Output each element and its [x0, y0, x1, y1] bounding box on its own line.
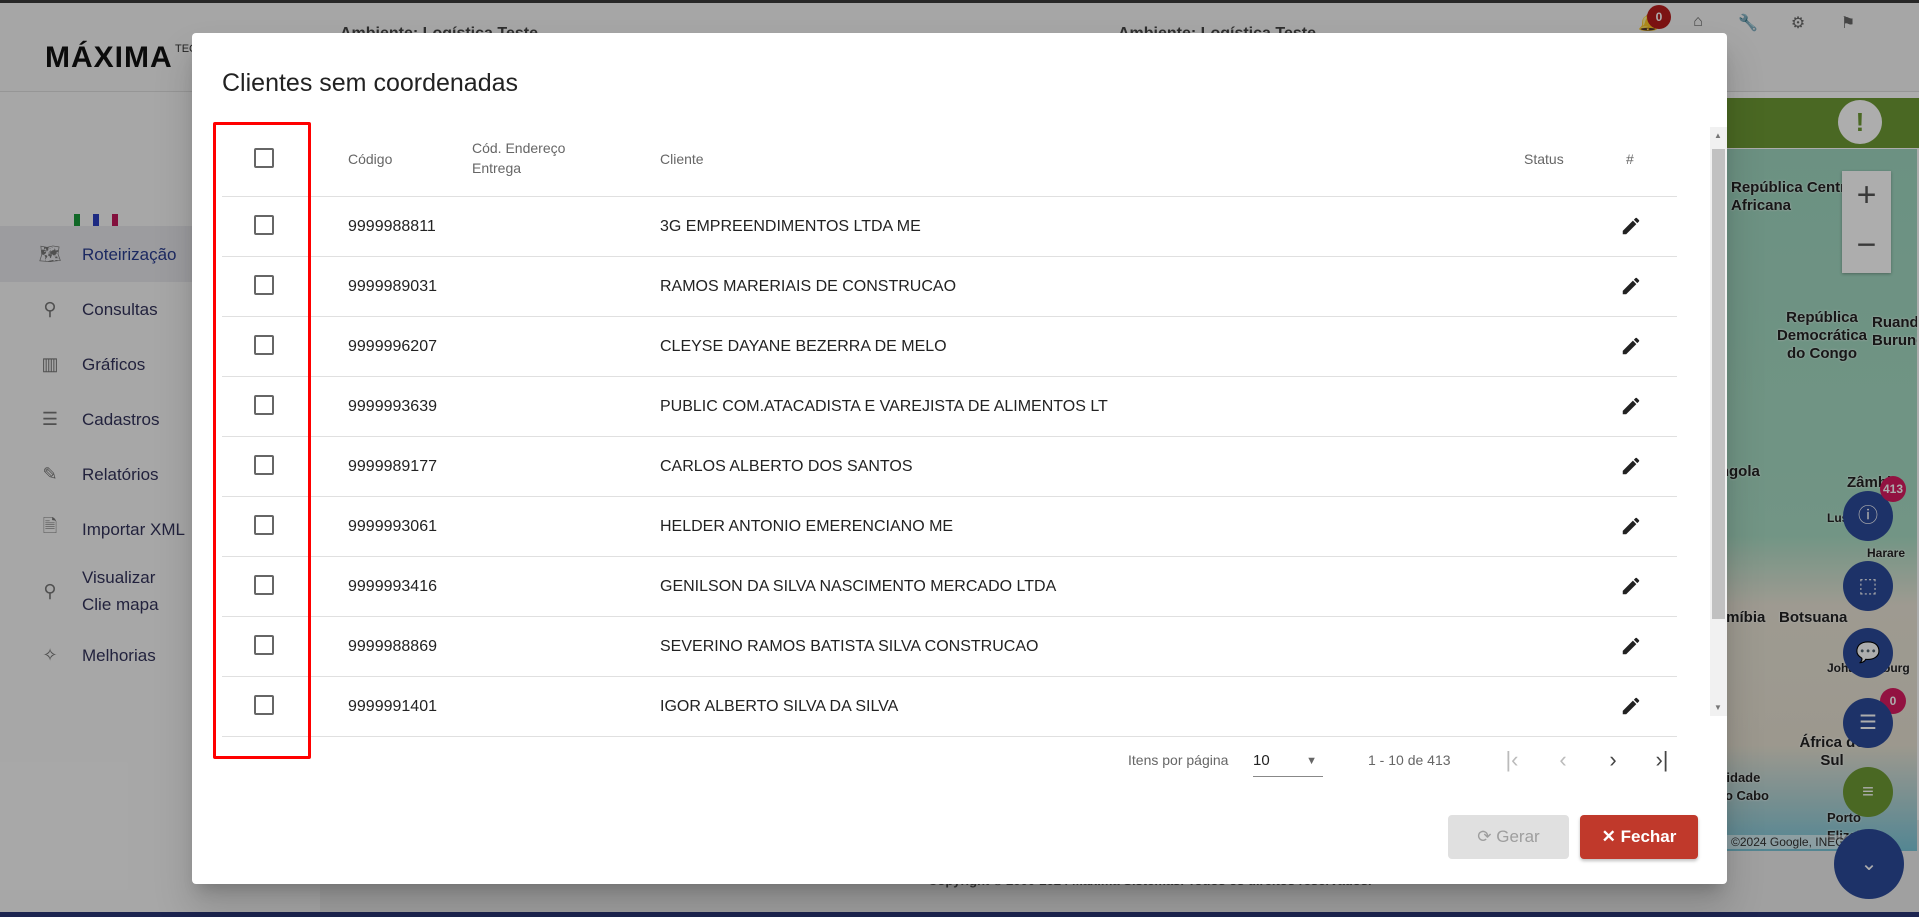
edit-pencil-icon[interactable] [1620, 575, 1642, 597]
cell-codigo: 9999993416 [348, 578, 437, 595]
paginator: Itens por página 10 ▼ 1 - 10 de 413 |‹ ‹… [192, 741, 1727, 781]
items-per-page-select[interactable]: 10 ▼ [1253, 745, 1323, 777]
row-checkbox[interactable] [254, 635, 274, 655]
fechar-label: Fechar [1620, 827, 1677, 846]
chevron-left-icon: ‹ [1559, 747, 1567, 772]
row-checkbox[interactable] [254, 455, 274, 475]
edit-pencil-icon[interactable] [1620, 635, 1642, 657]
items-per-page-value: 10 [1253, 752, 1270, 769]
cell-codigo: 9999996207 [348, 338, 437, 355]
first-page-button[interactable]: |‹ [1497, 746, 1527, 776]
cell-codigo: 9999991401 [348, 698, 437, 715]
gerar-button[interactable]: ⟳ Gerar [1448, 815, 1569, 859]
scroll-up-arrow-icon[interactable]: ▲ [1714, 131, 1722, 140]
cell-cliente: CLEYSE DAYANE BEZERRA DE MELO [660, 338, 947, 355]
column-header-codigo[interactable]: Código [348, 149, 392, 169]
table-row: 9999993639 PUBLIC COM.ATACADISTA E VAREJI… [222, 377, 1677, 437]
cell-cliente: HELDER ANTONIO EMERENCIANO ME [660, 518, 954, 535]
chevron-right-icon: › [1609, 747, 1617, 772]
previous-page-button[interactable]: ‹ [1548, 746, 1578, 776]
table-row: 9999993416 GENILSON DA SILVA NASCIMENTO M… [222, 557, 1677, 617]
last-page-button[interactable]: ›| [1647, 746, 1677, 776]
refresh-icon: ⟳ [1477, 827, 1497, 846]
row-checkbox[interactable] [254, 275, 274, 295]
last-page-icon: ›| [1655, 747, 1669, 772]
edit-pencil-icon[interactable] [1620, 695, 1642, 717]
cell-codigo: 9999993639 [348, 398, 437, 415]
edit-pencil-icon[interactable] [1620, 515, 1642, 537]
table-row: 9999996207 CLEYSE DAYANE BEZERRA DE MELO [222, 317, 1677, 377]
edit-pencil-icon[interactable] [1620, 215, 1642, 237]
cell-cliente: IGOR ALBERTO SILVA DA SILVA [660, 698, 899, 715]
row-checkbox[interactable] [254, 575, 274, 595]
cell-cliente: PUBLIC COM.ATACADISTA E VAREJISTA DE ALI… [660, 398, 1108, 415]
cell-codigo: 9999989031 [348, 278, 437, 295]
clientes-sem-coordenadas-dialog: Clientes sem coordenadas Código Cód. End… [192, 33, 1727, 884]
dropdown-arrow-icon: ▼ [1306, 755, 1317, 767]
row-checkbox[interactable] [254, 515, 274, 535]
page-range: 1 - 10 de 413 [1368, 752, 1451, 768]
edit-pencil-icon[interactable] [1620, 395, 1642, 417]
next-page-button[interactable]: › [1598, 746, 1628, 776]
first-page-icon: |‹ [1505, 747, 1519, 772]
cell-cliente: RAMOS MARERIAIS DE CONSTRUCAO [660, 278, 957, 295]
row-checkbox[interactable] [254, 695, 274, 715]
edit-pencil-icon[interactable] [1620, 455, 1642, 477]
cell-codigo: 9999989177 [348, 458, 437, 475]
table-row: 9999988811 3G EMPREENDIMENTOS LTDA ME [222, 197, 1677, 257]
row-checkbox[interactable] [254, 215, 274, 235]
cell-codigo: 9999988869 [348, 638, 437, 655]
table-row: 9999988869 SEVERINO RAMOS BATISTA SILVA C… [222, 617, 1677, 677]
table-header: Código Cód. Endereço Entrega Cliente Sta… [222, 122, 1677, 197]
table-row: 9999989177 CARLOS ALBERTO DOS SANTOS [222, 437, 1677, 497]
cell-codigo: 9999993061 [348, 518, 437, 535]
scroll-down-arrow-icon[interactable]: ▼ [1714, 703, 1722, 712]
cell-cliente: SEVERINO RAMOS BATISTA SILVA CONSTRUCAO [660, 638, 1039, 655]
edit-pencil-icon[interactable] [1620, 335, 1642, 357]
column-header-cliente[interactable]: Cliente [660, 149, 704, 169]
cell-codigo: 9999988811 [348, 218, 436, 235]
cell-cliente: CARLOS ALBERTO DOS SANTOS [660, 458, 913, 475]
table-row: 9999993061 HELDER ANTONIO EMERENCIANO ME [222, 497, 1677, 557]
bottom-bar [0, 912, 1919, 917]
items-per-page-label: Itens por página [1128, 752, 1229, 768]
column-header-status[interactable]: Status [1524, 149, 1564, 169]
table-scrollbar[interactable]: ▲ ▼ [1710, 127, 1727, 716]
table-row: 9999989031 RAMOS MARERIAIS DE CONSTRUCAO [222, 257, 1677, 317]
table-row: 9999991401 IGOR ALBERTO SILVA DA SILVA [222, 677, 1677, 737]
scrollbar-thumb[interactable] [1712, 149, 1725, 619]
row-checkbox[interactable] [254, 395, 274, 415]
cell-cliente: GENILSON DA SILVA NASCIMENTO MERCADO LTD… [660, 578, 1057, 595]
clients-table: Código Cód. Endereço Entrega Cliente Sta… [222, 122, 1707, 749]
fechar-button[interactable]: ✕ Fechar [1580, 815, 1698, 859]
row-checkbox[interactable] [254, 335, 274, 355]
gerar-label: Gerar [1496, 827, 1540, 846]
column-header-actions: # [1626, 151, 1634, 167]
select-all-checkbox[interactable] [254, 148, 274, 168]
dialog-title: Clientes sem coordenadas [222, 69, 518, 97]
cell-cliente: 3G EMPREENDIMENTOS LTDA ME [660, 218, 921, 235]
close-icon: ✕ [1601, 827, 1621, 846]
column-header-cod-endereco[interactable]: Cód. Endereço Entrega [472, 138, 582, 178]
edit-pencil-icon[interactable] [1620, 275, 1642, 297]
